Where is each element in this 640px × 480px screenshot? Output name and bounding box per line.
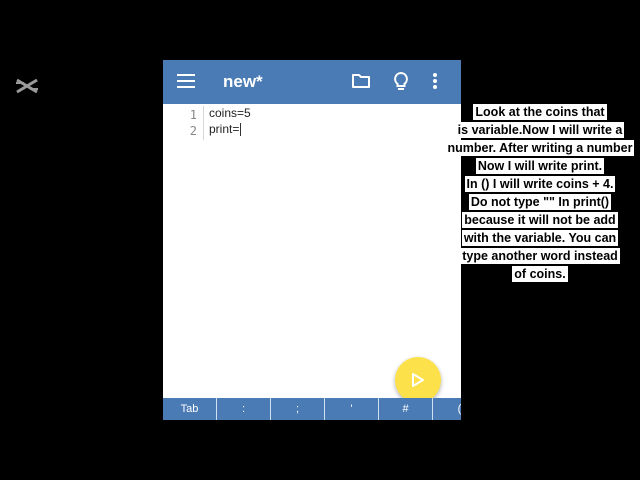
key-semicolon[interactable]: ; — [271, 398, 325, 420]
file-title: new* — [223, 72, 263, 91]
more-vertical-icon[interactable] — [432, 72, 438, 90]
caption-line: of coins. — [512, 266, 568, 282]
line-number-gutter: 1 2 — [163, 106, 204, 140]
tutorial-caption: Look at the coins that is variable.Now I… — [440, 104, 640, 284]
line-number: 2 — [189, 124, 197, 138]
key-paren[interactable]: ( — [433, 398, 461, 420]
caption-line: type another word instead — [460, 248, 620, 264]
menu-icon[interactable] — [177, 74, 195, 90]
caption-line: In () I will write coins + 4. — [464, 176, 616, 192]
caption-line: Look at the coins that — [473, 104, 607, 120]
caption-line: is variable.Now I will write a — [455, 122, 625, 138]
play-icon — [412, 373, 424, 387]
app-toolbar: new* — [163, 60, 461, 104]
folder-icon[interactable] — [352, 73, 370, 89]
code-line[interactable]: coins=5 — [209, 106, 251, 120]
code-editor[interactable]: 1 2 coins=5 print= — [163, 104, 461, 398]
text-cursor — [240, 123, 242, 137]
key-colon[interactable]: : — [217, 398, 271, 420]
code-text: coins=5 — [209, 106, 251, 120]
caption-line: Do not type "" In print() — [468, 194, 612, 210]
key-hash[interactable]: # — [379, 398, 433, 420]
key-tab[interactable]: Tab — [163, 398, 217, 420]
phone-screen: new* 1 2 coins=5 print= Tab : ; ' # ( — [163, 60, 461, 420]
symbol-keybar: Tab : ; ' # ( — [163, 398, 461, 420]
line-number: 1 — [189, 108, 197, 122]
caption-line: because it will not be add — [462, 212, 618, 228]
caption-line: Now I will write print. — [475, 158, 605, 174]
key-quote[interactable]: ' — [325, 398, 379, 420]
lightbulb-icon[interactable] — [393, 71, 409, 91]
code-line[interactable]: print= — [209, 122, 242, 137]
caption-line: number. After writing a number — [445, 140, 635, 156]
run-button[interactable] — [395, 357, 441, 403]
code-text: print= — [209, 122, 240, 136]
caption-line: with the variable. You can — [461, 230, 619, 246]
capcut-logo-icon — [16, 78, 38, 94]
